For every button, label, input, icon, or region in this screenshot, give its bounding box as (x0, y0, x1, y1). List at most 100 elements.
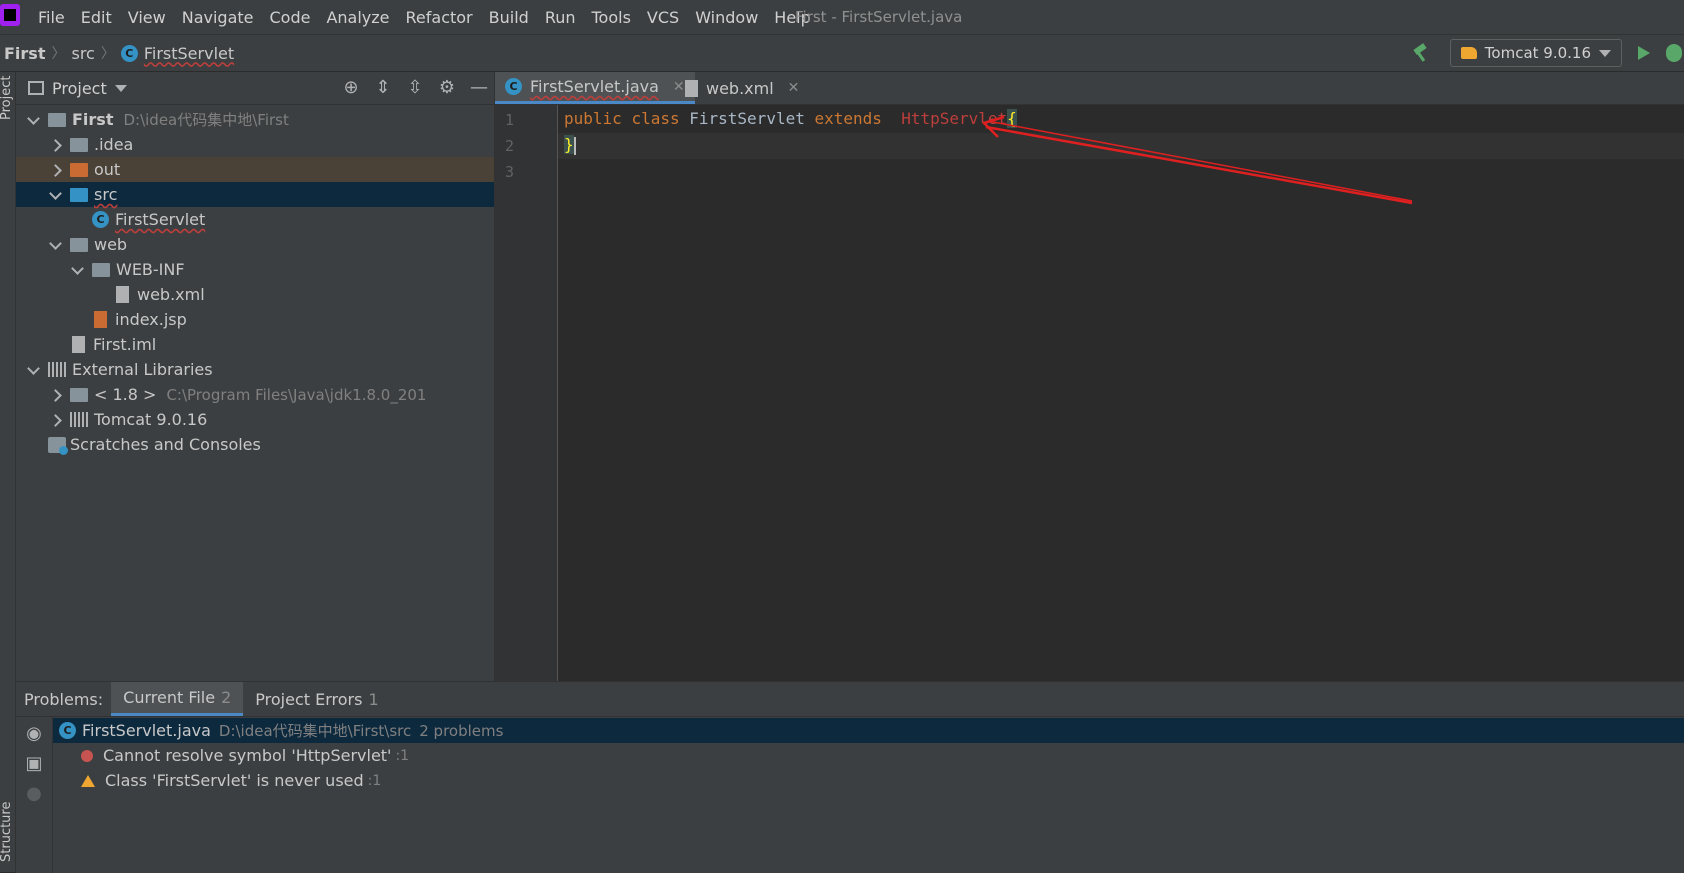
project-view-selector[interactable]: Project (28, 79, 127, 98)
tree-item-label: web (94, 235, 128, 254)
menu-tools[interactable]: Tools (584, 8, 639, 27)
tree-item-first[interactable]: First D:\idea代码集中地\First (16, 107, 494, 132)
chevron-down-icon[interactable] (26, 363, 40, 377)
chevron-right-icon[interactable] (48, 163, 62, 177)
class-icon: C (59, 722, 76, 739)
menu-analyze[interactable]: Analyze (318, 8, 397, 27)
tab-label: Current File (123, 688, 216, 707)
problem-text: Cannot resolve symbol 'HttpServlet' (103, 746, 392, 765)
jdk-folder-icon (70, 387, 88, 402)
debug-icon[interactable] (1666, 44, 1682, 62)
iml-file-icon (72, 336, 85, 353)
menu-window[interactable]: Window (687, 8, 766, 27)
menu-navigate[interactable]: Navigate (174, 8, 262, 27)
folder-icon (92, 262, 110, 277)
intellij-logo-icon (0, 4, 20, 26)
gear-icon[interactable]: ⚙ (438, 79, 456, 97)
tree-item-first-iml[interactable]: First.iml (16, 332, 494, 357)
tab-current-file[interactable]: Current File 2 (111, 682, 244, 716)
tab-label: Project Errors (255, 689, 363, 709)
breadcrumb: First 〉 src 〉 C FirstServlet (4, 35, 234, 71)
chevron-right-icon[interactable] (48, 413, 62, 427)
menu-build[interactable]: Build (481, 8, 537, 27)
tree-item-idea[interactable]: .idea (16, 132, 494, 157)
tab-project-errors[interactable]: Project Errors 1 (243, 682, 390, 716)
project-window-icon (28, 81, 44, 95)
expand-all-icon[interactable]: ⇕ (374, 79, 392, 97)
lightbulb-icon[interactable]: ● (25, 785, 43, 803)
build-hammer-icon[interactable] (1412, 44, 1430, 62)
module-folder-icon (48, 112, 66, 127)
menu-run[interactable]: Run (537, 8, 584, 27)
run-icon[interactable] (1638, 46, 1650, 60)
run-configuration-select[interactable]: Tomcat 9.0.16 (1449, 39, 1622, 67)
crumb-class[interactable]: FirstServlet (144, 44, 234, 63)
locate-file-icon[interactable]: ⊕ (342, 79, 360, 97)
problems-side-toolbar: ◉ ▣ ● (16, 717, 53, 873)
collapse-all-icon[interactable]: ⇳ (406, 79, 424, 97)
xml-file-icon (116, 286, 129, 303)
xml-file-icon (685, 79, 698, 97)
tree-item-jdk[interactable]: < 1.8 > C:\Program Files\Java\jdk1.8.0_2… (16, 382, 494, 407)
chevron-down-icon[interactable] (70, 263, 84, 277)
tree-item-label: out (94, 160, 121, 179)
structure-tool-button[interactable]: Structure (0, 802, 14, 862)
tree-item-scratches[interactable]: Scratches and Consoles (16, 432, 494, 457)
line-number: 3 (505, 163, 515, 181)
code-editor[interactable]: public class FirstServlet extends HttpSe… (558, 105, 1684, 681)
chevron-right-icon[interactable] (48, 388, 62, 402)
scratches-icon (48, 436, 68, 455)
problem-item[interactable]: Cannot resolve symbol 'HttpServlet' :1 (53, 743, 1684, 768)
menu-edit[interactable]: Edit (73, 8, 120, 27)
crumb-src[interactable]: src (71, 44, 94, 63)
menu-vcs[interactable]: VCS (639, 8, 687, 27)
tomcat-icon (1460, 47, 1477, 59)
tab-web-xml[interactable]: web.xml ✕ (675, 72, 809, 104)
libraries-icon (48, 362, 66, 377)
left-tool-stripe: Project Structure (0, 72, 16, 872)
project-tool-button[interactable]: Project (0, 76, 14, 120)
problem-item[interactable]: Class 'FirstServlet' is never used :1 (53, 768, 1684, 793)
tree-item-out[interactable]: out (16, 157, 494, 182)
tree-item-web[interactable]: web (16, 232, 494, 257)
chevron-down-icon[interactable] (26, 113, 40, 127)
problem-file-name: FirstServlet.java (82, 721, 211, 740)
tree-item-label: < 1.8 > (94, 385, 157, 404)
tree-item-tomcat[interactable]: Tomcat 9.0.16 (16, 407, 494, 432)
chevron-down-icon[interactable] (48, 238, 62, 252)
hide-panel-icon[interactable]: — (470, 79, 488, 97)
tree-item-web-inf[interactable]: WEB-INF (16, 257, 494, 282)
tree-item-label: First (72, 110, 114, 129)
tree-item-src[interactable]: src (16, 182, 494, 207)
crumb-project[interactable]: First (4, 44, 45, 63)
error-icon (81, 749, 93, 762)
tab-count: 1 (368, 689, 379, 709)
tree-item-index-jsp[interactable]: index.jsp (16, 307, 494, 332)
crumb-separator-icon: 〉 (100, 46, 115, 62)
tab-label: web.xml (706, 78, 774, 98)
menu-file[interactable]: File (30, 8, 73, 27)
preview-icon[interactable]: ▣ (25, 755, 43, 773)
menu-view[interactable]: View (120, 8, 174, 27)
menu-refactor[interactable]: Refactor (398, 8, 481, 27)
chevron-down-icon[interactable] (48, 188, 62, 202)
eye-icon[interactable]: ◉ (25, 725, 43, 743)
project-panel-tools: ⊕ ⇕ ⇳ ⚙ — (342, 79, 488, 97)
menu-code[interactable]: Code (262, 8, 319, 27)
editor-gutter: 1 2 3 (495, 105, 558, 681)
tree-item-path: C:\Program Files\Java\jdk1.8.0_201 (166, 385, 427, 404)
problem-text: Class 'FirstServlet' is never used (105, 771, 364, 790)
problem-file-row[interactable]: C FirstServlet.java D:\idea代码集中地\First\s… (53, 718, 1684, 743)
tree-item-firstservlet[interactable]: C FirstServlet (16, 207, 494, 232)
tree-item-label: External Libraries (72, 360, 213, 379)
close-icon[interactable]: ✕ (788, 80, 800, 96)
menu-bar: File Edit View Navigate Code Analyze Ref… (0, 0, 1684, 35)
class-icon: C (505, 78, 522, 95)
tree-item-label: Scratches and Consoles (70, 435, 261, 454)
tree-item-web-xml[interactable]: web.xml (16, 282, 494, 307)
window-title: First - FirstServlet.java (795, 8, 963, 26)
tree-item-external-libraries[interactable]: External Libraries (16, 357, 494, 382)
chevron-right-icon[interactable] (48, 138, 62, 152)
line-number: 1 (505, 111, 515, 129)
tab-firstservlet-java[interactable]: C FirstServlet.java ✕ (495, 72, 695, 104)
